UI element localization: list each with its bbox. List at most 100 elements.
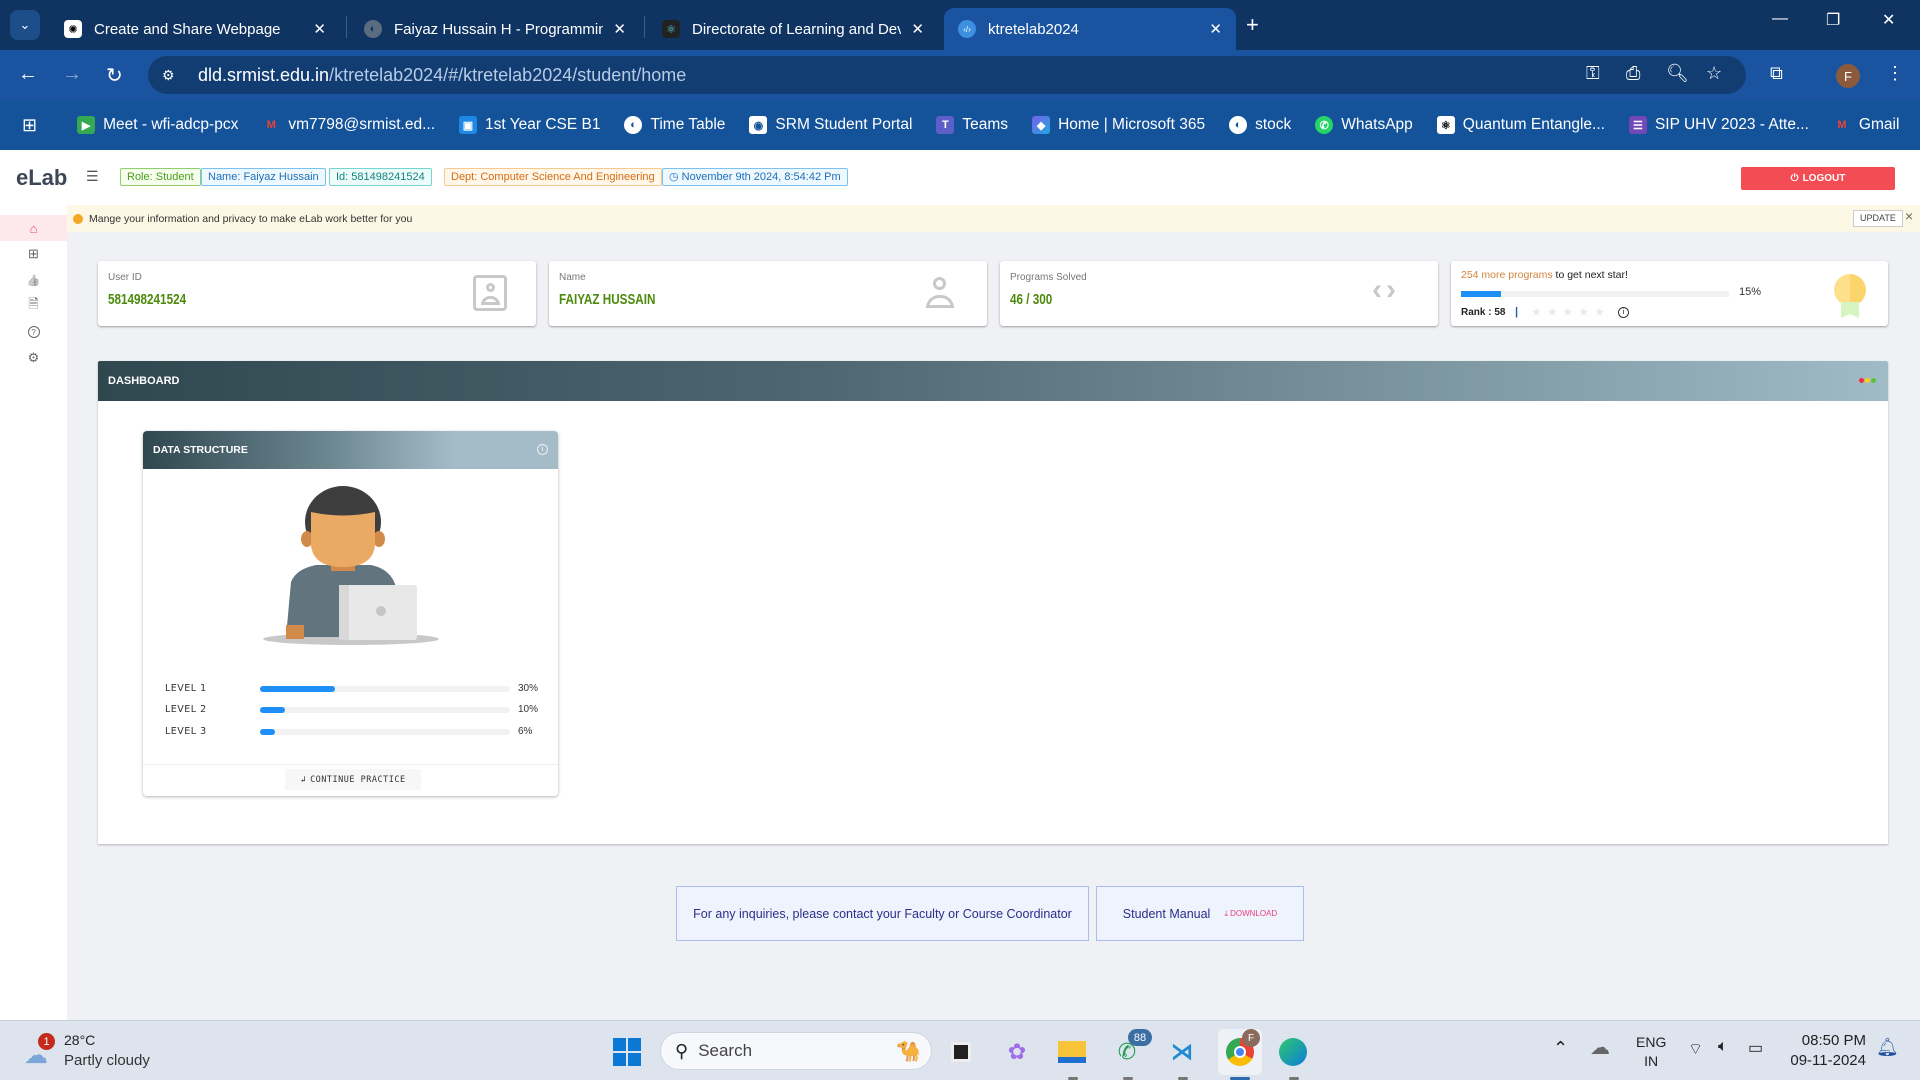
sidebar-item-like[interactable]: 👍 [0,267,67,293]
pdf-document-icon: 🗎 [28,296,39,311]
taskbar-search[interactable]: ⚲ Search 🐪 [660,1032,932,1070]
menu-icon[interactable]: ⋮ [1886,63,1904,84]
tab-title: ktretelab2024 [988,20,1079,38]
bookmark-stock[interactable]: ◐ stock [1229,116,1291,134]
info-icon[interactable]: i [1618,307,1629,318]
bookmark-gmail-srmist[interactable]: Mvm7798@srmist.ed... [262,116,435,134]
notification-bell-icon[interactable]: 🔔︎ [1876,1037,1899,1058]
clock-date[interactable]: 09-11-2024 [1786,1052,1866,1069]
download-label: DOWNLOAD [1230,908,1278,918]
clock-time[interactable]: 08:50 PM [1786,1032,1866,1049]
folder-glyph [1058,1041,1086,1063]
volume-icon[interactable]: 🔈︎ [1718,1038,1728,1056]
level-1-progress: LEVEL 1 30% [165,683,545,697]
close-tab-icon[interactable]: ✕ [313,20,326,38]
bookmark-meet[interactable]: ▶ Meet - wfi-adcp-pcx [77,116,238,134]
bookmark-gmail[interactable]: M Gmail [1833,116,1899,134]
restore-button[interactable]: ❐ [1826,10,1840,30]
profile-avatar[interactable]: F [1836,64,1860,88]
site-info-icon[interactable]: ⚙ [162,67,184,84]
tab-search-button[interactable]: ⌄ [10,10,40,40]
bookmark-quantum[interactable]: ⚛ Quantum Entangle... [1436,116,1605,134]
reload-button[interactable]: ↻ [106,63,123,88]
m365-icon: ◆ [1032,116,1051,134]
show-hidden-icons-button[interactable]: ⌃ [1553,1038,1568,1059]
password-key-icon[interactable]: ⚿ [1586,63,1600,84]
id-badge: Id: 581498241524 [329,168,432,186]
edge-icon[interactable] [1276,1035,1310,1069]
close-tab-icon[interactable]: ✕ [1209,20,1222,38]
course-title: DATA STRUCTURE [153,444,248,456]
continue-practice-button[interactable]: ↲ CONTINUE PRACTICE [285,769,421,790]
bookmark-cse-b1[interactable]: ▣ 1st Year CSE B1 [459,116,600,134]
language-indicator[interactable]: ENG IN [1636,1033,1666,1071]
bookmark-teams[interactable]: T Teams [936,116,1008,134]
extensions-icon[interactable]: ⧉ [1770,63,1783,84]
download-link[interactable]: ⤓ DOWNLOAD [1224,909,1277,919]
sidebar-item-add[interactable]: ⊞ [0,241,67,267]
menu-toggle-icon[interactable]: ☰ [86,168,99,185]
level-3-progress: LEVEL 3 6% [165,726,545,740]
close-tab-icon[interactable]: ✕ [613,20,626,38]
copilot-icon[interactable]: ✿ [1000,1035,1034,1069]
tab-directorate[interactable]: ⚛ Directorate of Learning and Dev ✕ [648,8,938,50]
close-icon[interactable]: × [1905,208,1913,224]
update-button[interactable]: UPDATE [1853,210,1903,227]
sidebar-item-document[interactable]: 🗎 [0,293,67,319]
install-app-icon[interactable]: ⎙ [1626,63,1640,84]
sidebar-item-home[interactable]: ⌂ [0,215,67,241]
url-host: dld.srmist.edu.in [198,64,330,85]
url-path: /ktretelab2024/#/ktretelab2024/student/h… [329,64,687,85]
sidebar-item-settings[interactable]: ⚙ [0,345,67,371]
minimize-button[interactable]: — [1772,10,1788,28]
close-window-button[interactable]: ✕ [1882,10,1895,30]
tab-create-share-webpage[interactable]: ✺ Create and Share Webpage ✕ [50,8,340,50]
logout-button[interactable]: ⏻ LOGOUT [1741,167,1895,190]
dashboard-panel: DASHBOARD DATA STRUCTURE i LEVEL 1 30% L… [98,361,1888,844]
chrome-icon[interactable]: F [1218,1029,1262,1075]
card-label: User ID [108,272,142,283]
progress-track [260,686,510,692]
address-bar[interactable]: ⚙ dld.srmist.edu.in/ktretelab2024/#/ktre… [148,56,1746,94]
star-icon: ★ [1562,305,1579,319]
enter-arrow-icon: ↲ [300,774,307,785]
bookmark-sip-uhv[interactable]: ☰ SIP UHV 2023 - Atte... [1628,116,1809,134]
zoom-icon[interactable]: 🔍︎ [1666,63,1689,84]
elab-logo[interactable]: eLab [16,165,67,191]
tab-faiyaz-programming[interactable]: ◐ Faiyaz Hussain H - Programming ✕ [350,8,640,50]
programs-solved-value: 46 / 300 [1010,291,1053,308]
chatgpt-icon: ✺ [64,20,82,38]
start-button[interactable] [610,1035,644,1069]
weather-widget[interactable]: ☁ 1 [22,1033,58,1069]
bookmark-star-icon[interactable]: ☆ [1706,63,1722,84]
onedrive-icon[interactable]: ☁ [1590,1035,1610,1060]
quantum-icon: ⚛ [1436,116,1455,134]
new-tab-button[interactable]: + [1246,12,1259,38]
sidebar-item-help[interactable]: ? [0,319,67,345]
course-card-data-structure[interactable]: DATA STRUCTURE i LEVEL 1 30% LEVEL 2 10%… [143,431,558,796]
srm-icon: ◉ [749,116,768,134]
close-tab-icon[interactable]: ✕ [911,20,924,38]
bookmark-whatsapp[interactable]: ✆ WhatsApp [1315,116,1413,134]
course-footer: ↲ CONTINUE PRACTICE [143,764,558,796]
tab-ktretelab2024[interactable]: ‹/› ktretelab2024 ✕ [944,8,1236,50]
progress-fill [260,686,335,692]
task-view-icon[interactable] [944,1035,978,1069]
star-rating: ★★★★★ [1531,305,1610,319]
bookmark-time-table[interactable]: ◐ Time Table [624,116,725,134]
info-icon[interactable]: i [537,444,548,455]
wifi-icon[interactable]: ⌔ [1688,1039,1703,1059]
file-explorer-icon[interactable] [1055,1035,1089,1069]
back-button[interactable]: ← [18,63,38,86]
progress-fill [260,707,285,713]
bookmark-srm-portal[interactable]: ◉ SRM Student Portal [749,116,912,134]
globe-icon: ◐ [1229,116,1248,134]
apps-grid-icon[interactable]: ⊞ [22,115,37,136]
vscode-icon[interactable]: ⋊ [1165,1035,1199,1069]
bookmark-m365[interactable]: ◆ Home | Microsoft 365 [1032,116,1205,134]
star-progress-fill [1461,291,1502,297]
forward-button[interactable]: → [62,63,82,86]
whatsapp-icon[interactable]: ✆ 88 [1110,1029,1152,1069]
programs-remaining: 254 more programs [1461,269,1553,281]
battery-icon[interactable]: ▭ [1748,1038,1763,1058]
